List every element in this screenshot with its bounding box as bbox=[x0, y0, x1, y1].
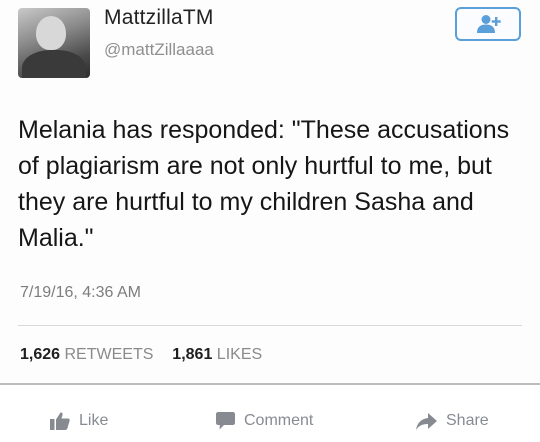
add-user-icon bbox=[477, 15, 501, 33]
avatar-shoulders-shape bbox=[22, 50, 86, 78]
follow-button[interactable] bbox=[455, 7, 521, 41]
retweets-count[interactable]: 1,626 bbox=[20, 346, 60, 363]
tweet-text: Melania has responded: "These accusation… bbox=[18, 116, 510, 252]
retweets-label[interactable]: RETWEETS bbox=[65, 346, 154, 363]
likes-count[interactable]: 1,861 bbox=[172, 346, 212, 363]
thumbs-up-icon bbox=[50, 412, 70, 430]
tweet-card: MattzillaTM @mattZillaaaa Melania has re… bbox=[0, 0, 540, 383]
divider bbox=[18, 325, 522, 326]
tweet-stats: 1,626 RETWEETS 1,861 LIKES bbox=[20, 346, 262, 364]
user-handle[interactable]: @mattZillaaaa bbox=[104, 40, 214, 60]
display-name[interactable]: MattzillaTM bbox=[104, 6, 214, 30]
likes-label[interactable]: LIKES bbox=[217, 346, 262, 363]
avatar[interactable] bbox=[18, 8, 90, 78]
comment-icon bbox=[216, 412, 235, 430]
share-button[interactable]: Share bbox=[416, 412, 489, 430]
comment-button[interactable]: Comment bbox=[216, 412, 313, 430]
tweet-timestamp[interactable]: 7/19/16, 4:36 AM bbox=[20, 284, 141, 302]
like-button[interactable]: Like bbox=[50, 412, 108, 430]
share-label: Share bbox=[446, 412, 489, 429]
like-label: Like bbox=[79, 412, 109, 429]
share-arrow-icon bbox=[416, 412, 437, 430]
comment-label: Comment bbox=[244, 412, 314, 429]
facebook-action-bar: Like Comment Share bbox=[0, 385, 540, 442]
avatar-head-shape bbox=[36, 16, 66, 50]
